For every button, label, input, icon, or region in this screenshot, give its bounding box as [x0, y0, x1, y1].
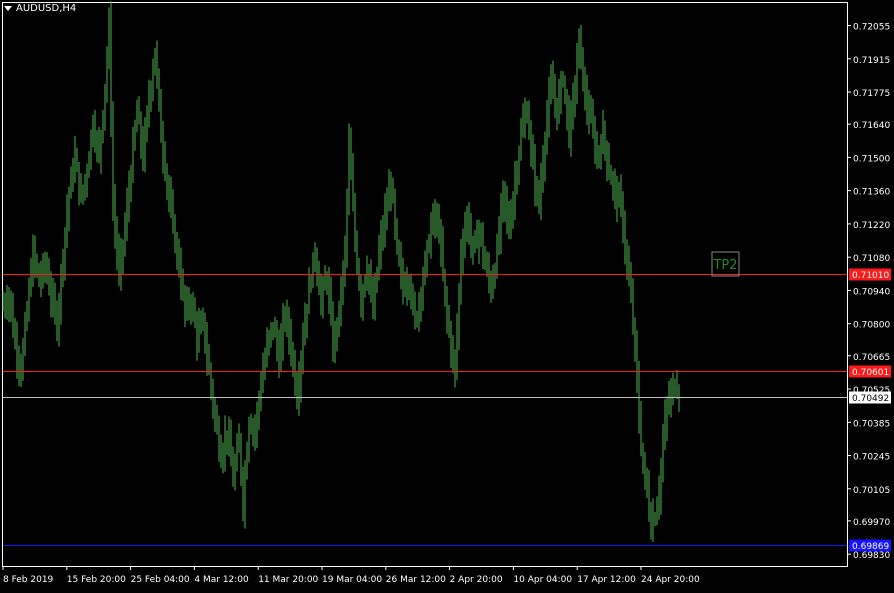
y-tick-label: 0.70105 — [853, 486, 890, 496]
y-tick-label: 0.72055 — [853, 23, 890, 33]
price-chart[interactable]: 0.710100.706010.704920.69869 0.720550.71… — [0, 0, 894, 589]
y-tick-label: 0.71220 — [853, 221, 890, 231]
symbol-title: AUDUSD,H4 — [16, 3, 77, 14]
y-tick-label: 0.70940 — [853, 287, 890, 297]
x-tick-label: 15 Feb 20:00 — [67, 575, 126, 585]
y-tick-label: 0.71915 — [853, 56, 890, 66]
tp2-label: TP2 — [712, 258, 737, 273]
x-tick-label: 2 Apr 20:00 — [450, 575, 503, 585]
y-tick-label: 0.69830 — [853, 551, 890, 561]
y-tick-label: 0.70665 — [853, 353, 890, 363]
x-tick-label: 24 Apr 20:00 — [641, 575, 700, 585]
y-tick-label: 0.71500 — [853, 154, 890, 164]
y-tick-label: 0.69970 — [853, 518, 890, 528]
x-tick-label: 11 Mar 20:00 — [258, 575, 318, 585]
x-tick-label: 4 Mar 12:00 — [194, 575, 249, 585]
y-tick-label: 0.70245 — [853, 453, 890, 463]
y-tick-label: 0.70525 — [853, 386, 890, 396]
chart-title[interactable]: AUDUSD,H4 — [4, 3, 76, 14]
y-tick-label: 0.71640 — [853, 121, 890, 131]
x-tick-label: 25 Feb 04:00 — [131, 575, 190, 585]
y-tick-label: 0.71080 — [853, 254, 890, 264]
x-tick-label: 10 Apr 04:00 — [513, 575, 572, 585]
y-tick-label: 0.70800 — [853, 321, 890, 331]
level-price-label: 0.70601 — [852, 368, 889, 378]
x-tick-label: 19 Mar 04:00 — [322, 575, 382, 585]
chart-window[interactable]: 0.71010 0.70601 0.70492 0.69869 0.72055 0.71… — [0, 0, 894, 589]
x-tick-label: 26 Mar 12:00 — [386, 575, 446, 585]
level-price-label: 0.71010 — [852, 271, 889, 281]
dropdown-triangle-icon[interactable] — [4, 6, 12, 11]
y-tick-label: 0.71360 — [853, 188, 890, 198]
x-tick-label: 17 Apr 12:00 — [577, 575, 636, 585]
y-tick-label: 0.70385 — [853, 419, 890, 429]
x-tick-label: 8 Feb 2019 — [3, 575, 54, 585]
y-tick-label: 0.71775 — [853, 89, 890, 99]
